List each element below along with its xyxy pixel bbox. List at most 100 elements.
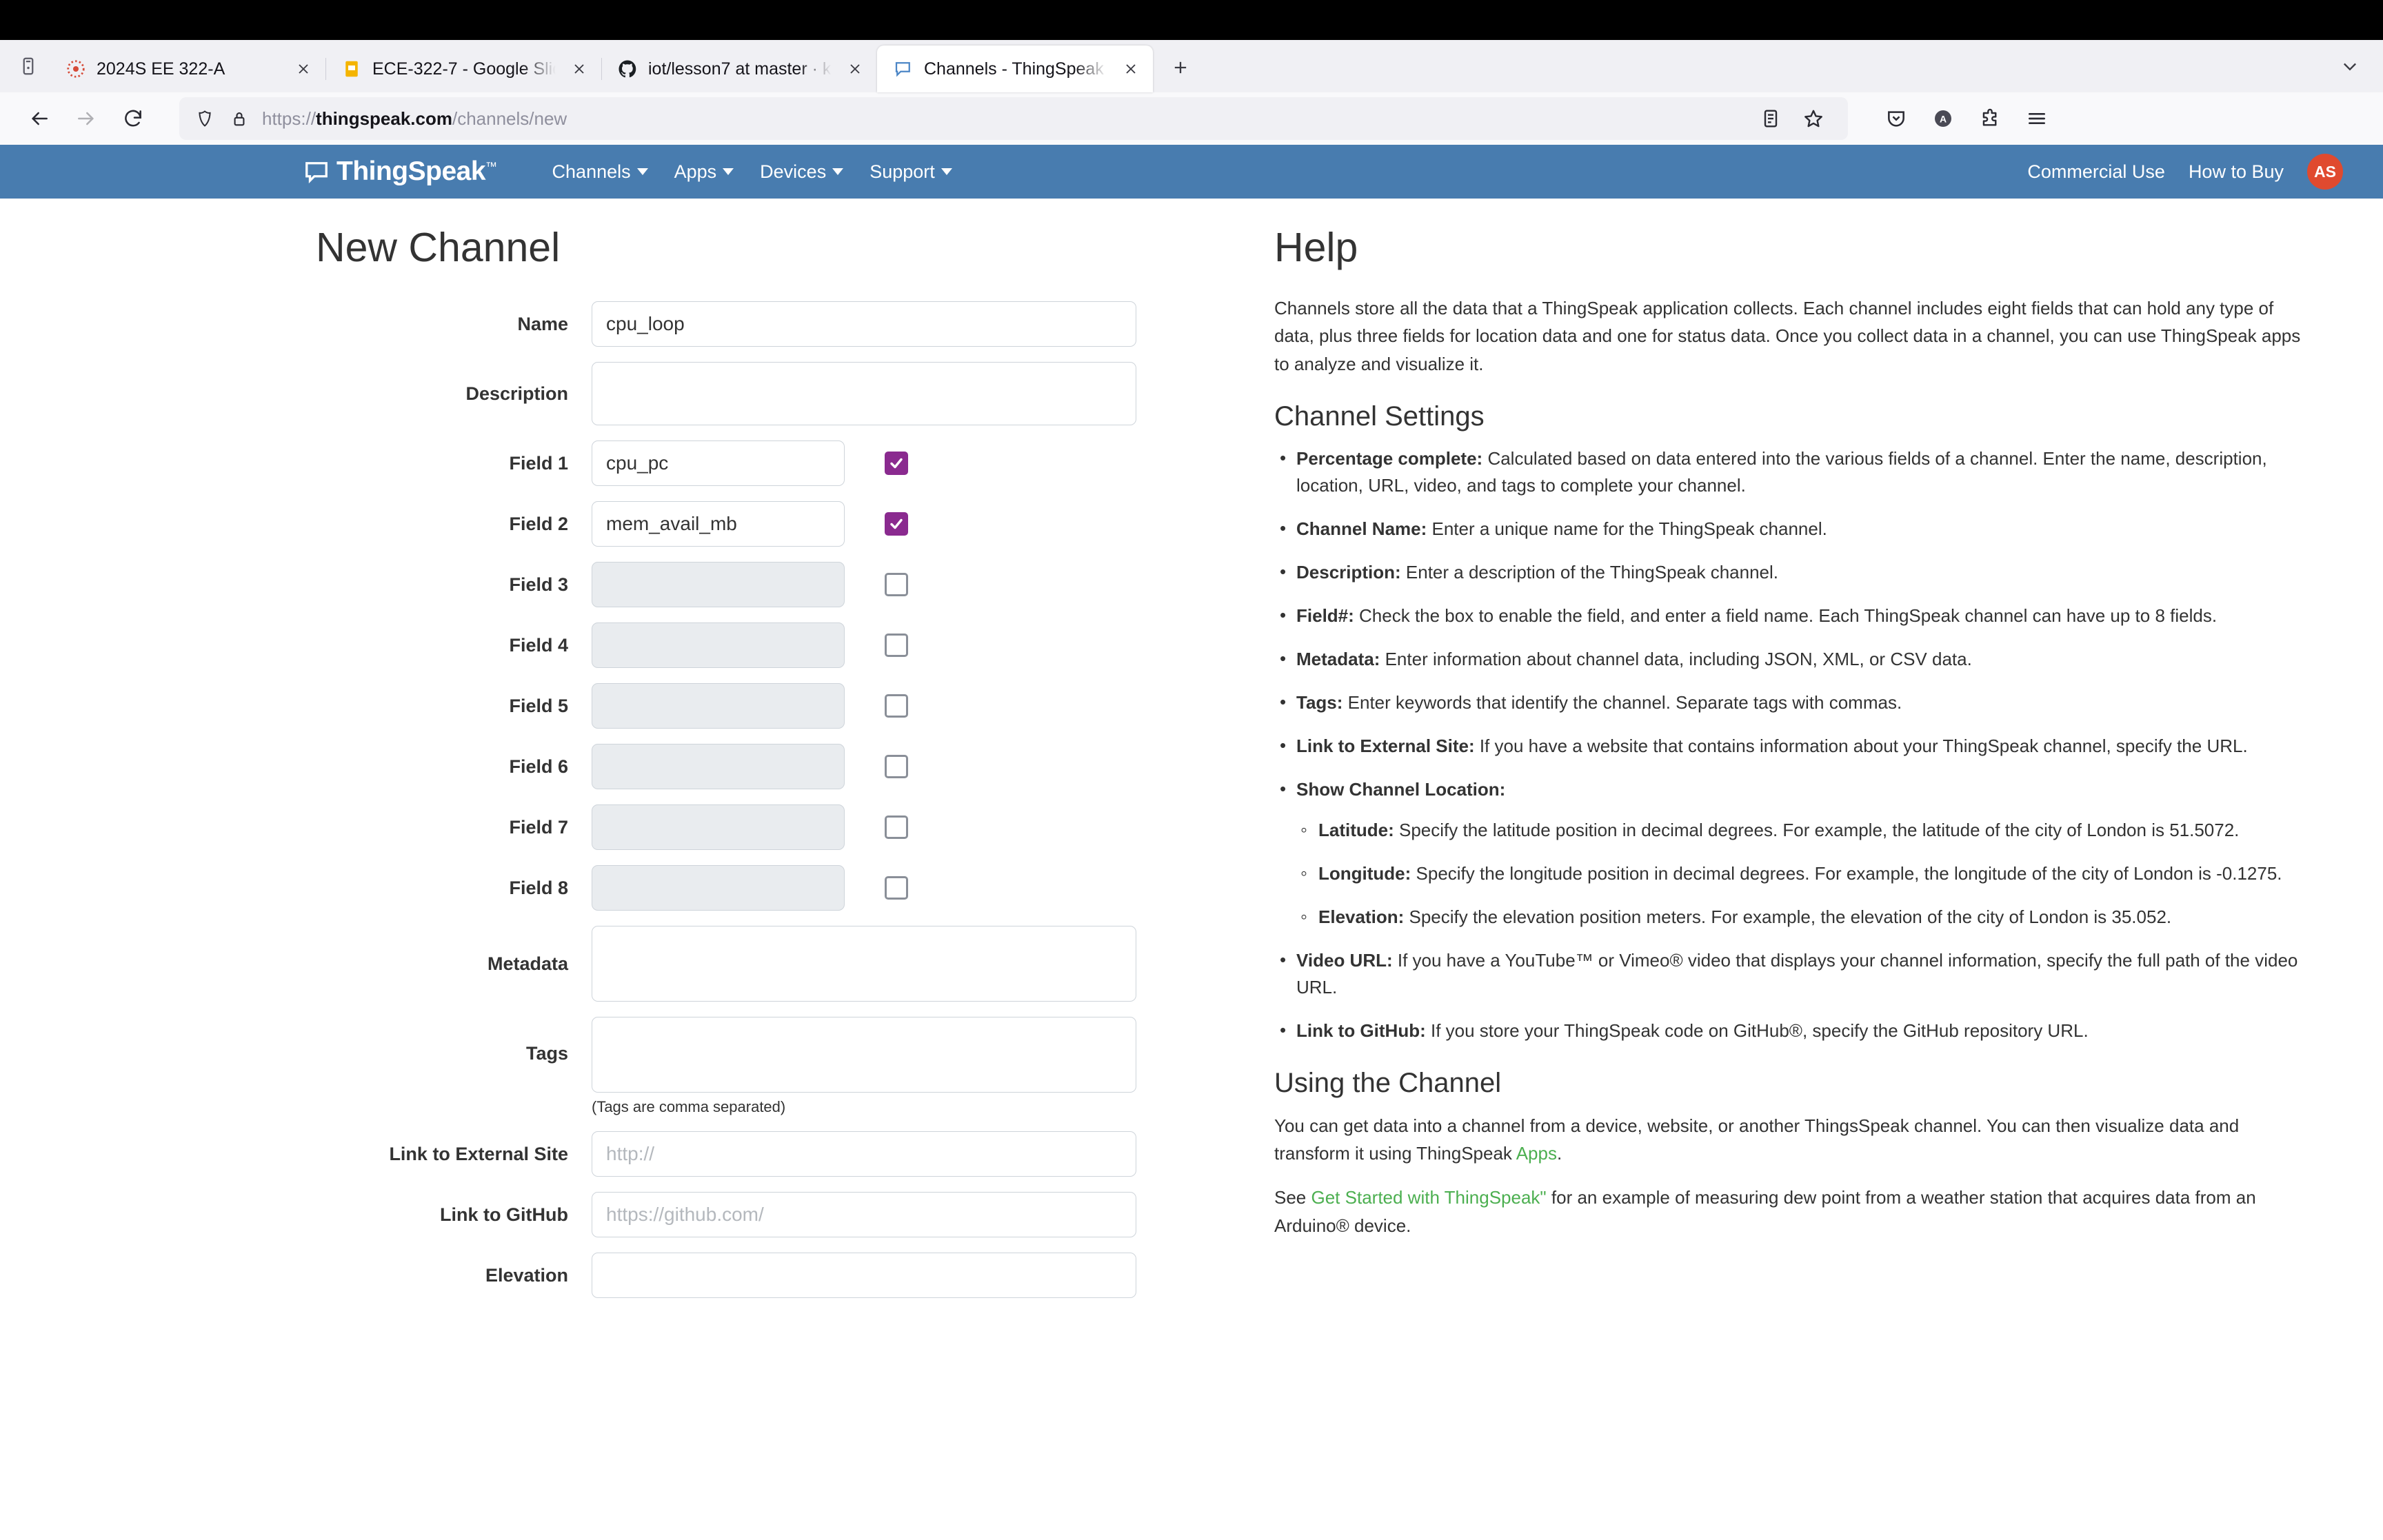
pocket-icon[interactable]: [1876, 98, 1917, 139]
browser-tab[interactable]: iot/lesson7 at master · kevinwlu/: [601, 45, 877, 92]
reload-button-icon[interactable]: [112, 97, 154, 140]
nav-item-apps[interactable]: Apps: [674, 161, 734, 183]
bullet-term: Show Channel Location:: [1296, 778, 1506, 800]
bullet-text: If you have a YouTube™ or Vimeo® video t…: [1296, 949, 2298, 997]
channel-settings-heading: Channel Settings: [1274, 401, 1485, 432]
toolbar-actions: A: [1876, 98, 2058, 139]
tags-hint: (Tags are comma separated): [592, 1098, 786, 1115]
thingspeak-icon: [892, 58, 914, 80]
help-bullet: Percentage complete: Calculated based on…: [1274, 445, 2302, 499]
form-row-field-4: Field 4: [316, 622, 1205, 668]
chevron-down-icon[interactable]: [2329, 45, 2371, 87]
github-input[interactable]: [592, 1192, 1136, 1237]
site-menu: Channels Apps Devices Support: [552, 161, 952, 183]
using-channel-paragraph-1: You can get data into a channel from a d…: [1274, 1112, 2302, 1168]
field-7-input[interactable]: [592, 804, 845, 850]
help-title: Help: [1274, 225, 1358, 270]
help-sub-bullet-list: Latitude: Specify the latitude position …: [1296, 815, 2302, 931]
list-all-tabs-icon[interactable]: [7, 45, 50, 88]
description-textarea[interactable]: [592, 362, 1136, 425]
nav-label: Support: [869, 161, 935, 182]
field-3-checkbox[interactable]: [885, 573, 908, 596]
nav-item-channels[interactable]: Channels: [552, 161, 648, 183]
close-tab-icon[interactable]: [841, 55, 869, 83]
chevron-down-icon: [636, 168, 648, 175]
external-site-label: Link to External Site: [389, 1143, 568, 1164]
form-row-github: Link to GitHub: [316, 1192, 1205, 1237]
help-intro: Channels store all the data that a Thing…: [1274, 298, 2301, 374]
address-bar[interactable]: https://thingspeak.com/channels/new: [179, 97, 1848, 140]
field-8-input[interactable]: [592, 865, 845, 911]
nav-item-support[interactable]: Support: [869, 161, 952, 183]
how-to-buy-link[interactable]: How to Buy: [2189, 161, 2284, 183]
name-input[interactable]: [592, 301, 1136, 347]
tags-label: Tags: [525, 1043, 568, 1064]
field-6-checkbox[interactable]: [885, 755, 908, 778]
field-5-checkbox[interactable]: [885, 694, 908, 718]
thingspeak-logo[interactable]: ThingSpeak™: [303, 156, 497, 187]
apps-link[interactable]: Apps: [1516, 1143, 1557, 1164]
back-button-icon[interactable]: [18, 97, 61, 140]
tags-textarea[interactable]: [592, 1017, 1136, 1093]
extensions-puzzle-icon[interactable]: [1969, 98, 2011, 139]
browser-tab[interactable]: 2024S EE 322-A: [50, 45, 325, 92]
external-site-input[interactable]: [592, 1131, 1136, 1177]
page-content: New Channel Name Description Field 1: [0, 199, 2383, 1540]
new-tab-icon[interactable]: [1161, 48, 1200, 87]
field-4-input[interactable]: [592, 622, 845, 668]
page-viewport: ThingSpeak™ Channels Apps Devices Suppor…: [0, 145, 2383, 1540]
bookmark-star-icon[interactable]: [1793, 98, 1834, 139]
lock-icon[interactable]: [228, 107, 251, 130]
field-1-label: Field 1: [509, 452, 568, 474]
paragraph-text: You can get data into a channel from a d…: [1274, 1115, 2240, 1164]
commercial-use-link[interactable]: Commercial Use: [2027, 161, 2165, 183]
forward-button-icon[interactable]: [65, 97, 108, 140]
reader-view-icon[interactable]: [1750, 98, 1791, 139]
shield-icon[interactable]: [193, 107, 217, 130]
elevation-input[interactable]: [592, 1253, 1136, 1298]
browser-tab-active[interactable]: Channels - ThingSpeak IoT: [877, 45, 1153, 92]
field-8-checkbox[interactable]: [885, 876, 908, 900]
field-1-input[interactable]: [592, 440, 845, 486]
nav-label: Apps: [674, 161, 717, 182]
field-1-checkbox[interactable]: [885, 452, 908, 475]
field-2-input[interactable]: [592, 501, 845, 547]
bullet-text: If you have a website that contains info…: [1474, 735, 2248, 756]
bullet-term: Link to External Site:: [1296, 735, 1475, 756]
avatar[interactable]: AS: [2307, 154, 2343, 190]
site-nav-right: Commercial Use How to Buy AS: [2027, 154, 2343, 190]
account-icon[interactable]: A: [1922, 98, 1964, 139]
get-started-link[interactable]: Get Started with ThingSpeak": [1311, 1187, 1547, 1208]
menu-hamburger-icon[interactable]: [2016, 98, 2058, 139]
field-4-checkbox[interactable]: [885, 634, 908, 657]
form-row-field-8: Field 8: [316, 865, 1205, 911]
using-channel-paragraph-2: See Get Started with ThingSpeak" for an …: [1274, 1184, 2302, 1239]
close-tab-icon[interactable]: [1117, 55, 1145, 83]
nav-item-devices[interactable]: Devices: [760, 161, 844, 183]
tab-strip: 2024S EE 322-A ECE-322-7 - Google Slides: [0, 40, 2383, 92]
svg-text:A: A: [1940, 114, 1947, 125]
bullet-term: Description:: [1296, 561, 1401, 582]
bullet-term: Percentage complete:: [1296, 447, 1483, 469]
bullet-term: Field#:: [1296, 605, 1354, 626]
field-3-input[interactable]: [592, 562, 845, 607]
form-row-field-2: Field 2: [316, 501, 1205, 547]
close-tab-icon[interactable]: [565, 55, 593, 83]
form-row-field-6: Field 6: [316, 744, 1205, 789]
window-titlebar: [0, 0, 2383, 40]
field-8-label: Field 8: [509, 877, 568, 898]
form-row-field-7: Field 7: [316, 804, 1205, 850]
field-5-input[interactable]: [592, 683, 845, 729]
field-2-checkbox[interactable]: [885, 512, 908, 536]
field-5-label: Field 5: [509, 695, 568, 716]
bullet-term: Video URL:: [1296, 949, 1393, 971]
help-sub-bullet: Elevation: Specify the elevation positio…: [1296, 902, 2302, 931]
metadata-textarea[interactable]: [592, 926, 1136, 1002]
field-3-label: Field 3: [509, 574, 568, 595]
browser-tab[interactable]: ECE-322-7 - Google Slides: [325, 45, 601, 92]
field-7-checkbox[interactable]: [885, 815, 908, 839]
field-6-input[interactable]: [592, 744, 845, 789]
description-label: Description: [465, 383, 568, 404]
close-tab-icon[interactable]: [290, 55, 317, 83]
help-sub-bullet: Longitude: Specify the longitude positio…: [1296, 859, 2302, 888]
